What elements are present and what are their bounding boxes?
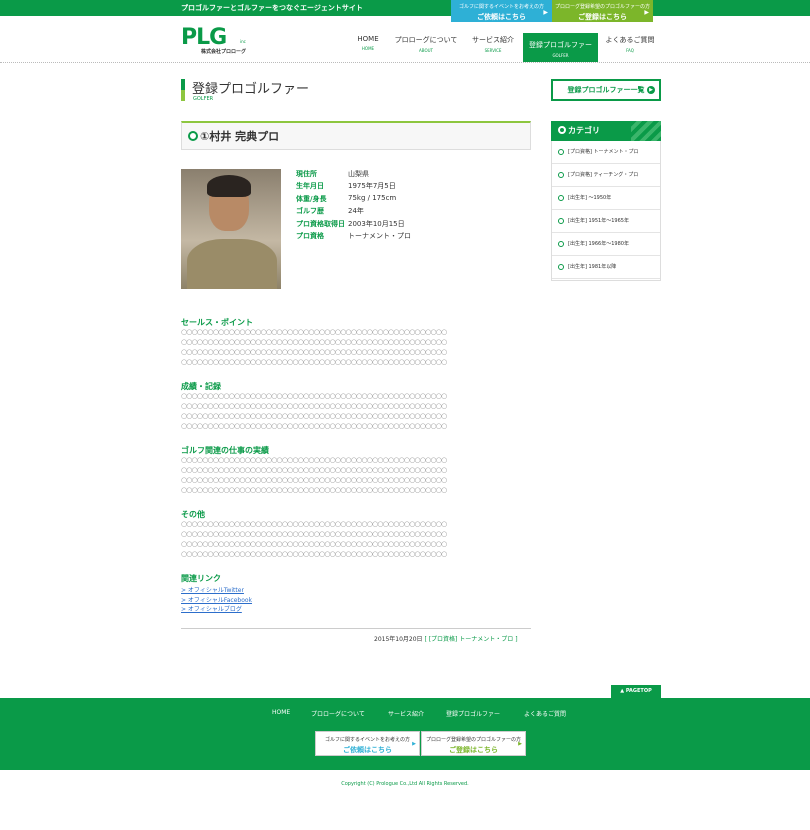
arrow-right-icon: ▶ <box>644 9 649 16</box>
profile-value-birthday: 1975年7月5日 <box>348 182 396 190</box>
arrow-right-icon: ▶ <box>647 86 655 94</box>
request-button-caption: ゴルフに関するイベントをお考えの方 <box>458 4 544 10</box>
nav-golfer[interactable]: 登録プロゴルファー GOLFER <box>523 33 598 62</box>
content-divider <box>181 628 531 629</box>
nav-service-en: SERVICE <box>484 48 502 53</box>
category-item[interactable]: [出生年] 1966年～1980年 <box>552 233 660 256</box>
page-subtitle: GOLFER <box>193 96 214 102</box>
page-title-bar <box>181 79 185 101</box>
profile-key-pro-type: プロ資格 <box>296 232 324 240</box>
nav-faq[interactable]: よくあるご質問 FAQ <box>603 35 657 61</box>
nav-about[interactable]: プロローグについて ABOUT <box>393 35 459 61</box>
circle-bullet-icon <box>558 240 564 247</box>
category-item[interactable]: [出生年] 1981年以降 <box>552 256 660 279</box>
header-divider <box>0 62 810 64</box>
site-tagline: プロゴルファーとゴルファーをつなぐエージェントサイト <box>181 4 363 12</box>
nav-faq-label: よくあるご質問 <box>605 36 655 44</box>
golfer-name: ①村井 完典プロ <box>200 130 280 143</box>
footer-nav-golfer[interactable]: 登録プロゴルファー <box>446 709 500 718</box>
profile-value-pro-date: 2003年10月15日 <box>348 220 405 228</box>
footer-nav-home[interactable]: HOME <box>272 709 290 716</box>
logo-letters: PLG <box>181 25 227 50</box>
nav-about-label: プロローグについて <box>394 36 458 44</box>
top-bar <box>0 0 810 16</box>
request-button[interactable]: ゴルフに関するイベントをお考えの方 ご依頼はこちら ▶ <box>451 0 552 22</box>
arrow-right-icon: ▶ <box>543 9 548 16</box>
post-meta: 2015年10月20日 [ [プロ資格] トーナメント・プロ ] <box>374 634 518 643</box>
footer-nav-about[interactable]: プロローグについて <box>311 709 365 718</box>
register-button-label: ご登録はこちら <box>578 13 627 21</box>
profile-key-birthday: 生年月日 <box>296 182 324 190</box>
footer-register-label: ご登録はこちら <box>449 746 498 754</box>
link-blog[interactable]: > オフィシャルブログ <box>181 604 242 613</box>
register-button-caption: プロローグ登録希望のプロゴルファーの方 <box>554 4 650 10</box>
profile-key-address: 現住所 <box>296 170 317 178</box>
link-facebook[interactable]: > オフィシャルFacebook <box>181 595 252 604</box>
footer-register-caption: プロローグ登録希望のプロゴルファーの方 <box>425 737 521 743</box>
link-twitter[interactable]: > オフィシャルTwitter <box>181 585 244 594</box>
profile-value-address: 山梨県 <box>348 170 369 178</box>
circle-bullet-icon <box>558 171 564 178</box>
profile-key-golf-years: ゴルフ歴 <box>296 207 324 215</box>
arrow-right-icon: ▶ <box>518 741 522 747</box>
profile-value-pro-type: トーナメント・プロ <box>348 232 411 240</box>
logo-company-name: 株式会社プロローグ <box>201 49 247 55</box>
nav-service[interactable]: サービス紹介 SERVICE <box>468 35 518 61</box>
golfer-photo <box>181 169 281 289</box>
section-body-other: ○○○○○○○○○○○○○○○○○○○○○○○○○○○○○○○○○○○○○○○○… <box>181 520 447 558</box>
copyright: Copyright (C) Prologue Co.,Ltd All Right… <box>341 781 469 787</box>
category-item[interactable]: [出生年] 1951年～1965年 <box>552 210 660 233</box>
category-item[interactable]: [プロ資格] ティーチング・プロ <box>552 164 660 187</box>
nav-home-en: HOME <box>361 46 375 51</box>
profile-value-body: 75kg / 175cm <box>348 194 397 202</box>
links-heading: 関連リンク <box>181 574 221 583</box>
circle-bullet-icon <box>558 126 566 134</box>
site-logo[interactable]: PLG inc 株式会社プロローグ <box>181 25 247 56</box>
page-title: 登録プロゴルファー <box>192 82 310 97</box>
category-item[interactable]: [出生年] ～1950年 <box>552 187 660 210</box>
nav-faq-en: FAQ <box>626 48 634 53</box>
profile-key-body: 体重/身長 <box>296 195 327 203</box>
section-body-records: ○○○○○○○○○○○○○○○○○○○○○○○○○○○○○○○○○○○○○○○○… <box>181 392 447 430</box>
category-item[interactable]: [プロ資格] トーナメント・プロ <box>552 141 660 164</box>
footer-request-button[interactable]: ゴルフに関するイベントをお考えの方 ご依頼はこちら ▶ <box>315 731 420 756</box>
nav-home-label: HOME <box>357 35 379 43</box>
nav-golfer-en: GOLFER <box>552 53 569 58</box>
circle-bullet-icon <box>558 148 564 155</box>
footer-request-caption: ゴルフに関するイベントをお考えの方 <box>324 737 410 743</box>
arrow-right-icon: ▶ <box>412 741 416 747</box>
footer-nav-service[interactable]: サービス紹介 <box>388 709 424 718</box>
request-button-label: ご依頼はこちら <box>477 13 526 21</box>
pagetop-button[interactable]: ▲ PAGETOP <box>611 685 661 698</box>
post-date: 2015年10月20日 <box>374 636 423 643</box>
circle-bullet-icon <box>558 217 564 224</box>
circle-bullet-icon <box>558 194 564 201</box>
circle-bullet-icon <box>558 263 564 270</box>
post-category-link[interactable]: [ [プロ資格] トーナメント・プロ ] <box>424 636 517 643</box>
logo-inc: inc <box>240 39 246 44</box>
profile-value-golf-years: 24年 <box>348 207 364 215</box>
nav-service-label: サービス紹介 <box>472 36 514 44</box>
circle-bullet-icon <box>188 131 198 141</box>
section-body-work: ○○○○○○○○○○○○○○○○○○○○○○○○○○○○○○○○○○○○○○○○… <box>181 456 447 494</box>
nav-home[interactable]: HOME HOME <box>351 35 385 61</box>
footer-register-button[interactable]: プロローグ登録希望のプロゴルファーの方 ご登録はこちら ▶ <box>421 731 526 756</box>
footer-request-label: ご依頼はこちら <box>343 746 392 754</box>
section-body-sales-point: ○○○○○○○○○○○○○○○○○○○○○○○○○○○○○○○○○○○○○○○○… <box>181 328 447 366</box>
register-button[interactable]: プロローグ登録希望のプロゴルファーの方 ご登録はこちら ▶ <box>552 0 653 22</box>
golfer-list-button[interactable]: 登録プロゴルファー一覧 ▶ <box>551 79 661 101</box>
nav-about-en: ABOUT <box>419 48 433 53</box>
footer-nav-faq[interactable]: よくあるご質問 <box>524 709 566 718</box>
golfer-list-button-label: 登録プロゴルファー一覧 <box>567 86 645 94</box>
nav-golfer-label: 登録プロゴルファー <box>529 41 592 49</box>
profile-key-pro-date: プロ資格取得日 <box>296 220 345 228</box>
category-title: カテゴリ <box>568 126 600 135</box>
